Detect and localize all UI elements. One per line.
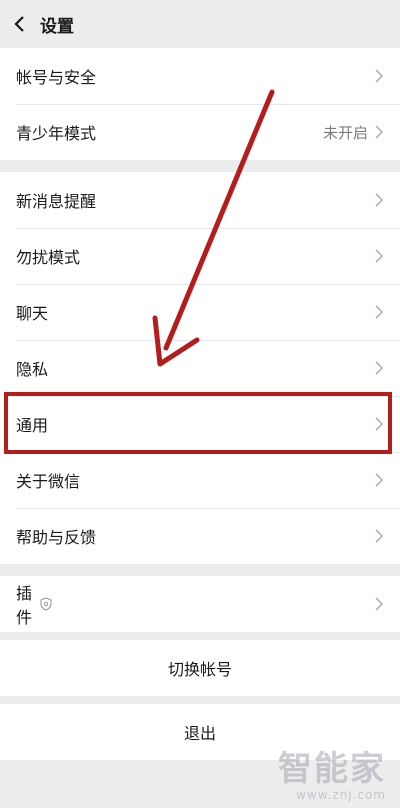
row-label: 隐私	[16, 360, 49, 379]
row-label: 新消息提醒	[16, 192, 97, 211]
row-label: 帮助与反馈	[16, 528, 97, 547]
row-plugins[interactable]: 插件	[0, 576, 400, 632]
row-label: 青少年模式	[16, 124, 97, 143]
watermark-brand: 智能家	[278, 749, 386, 789]
chevron-right-icon	[375, 361, 384, 375]
chevron-right-icon	[375, 473, 384, 487]
page-title: 设置	[40, 16, 74, 37]
chevron-left-icon	[14, 16, 24, 32]
row-about-wechat[interactable]: 关于微信	[0, 452, 400, 508]
settings-group-account: 帐号与安全 青少年模式 未开启	[0, 48, 400, 160]
chevron-right-icon	[375, 193, 384, 207]
row-help-feedback[interactable]: 帮助与反馈	[0, 508, 400, 564]
group-gap	[0, 632, 400, 640]
chevron-right-icon	[375, 125, 384, 139]
switch-account-button[interactable]: 切换帐号	[0, 640, 400, 696]
row-label: 关于微信	[16, 472, 81, 491]
chevron-right-icon	[375, 69, 384, 83]
row-label: 插件	[16, 580, 32, 628]
chevron-right-icon	[375, 417, 384, 431]
nav-header: 设置	[0, 0, 400, 48]
watermark-url: www.znj.com	[296, 788, 386, 802]
group-gap	[0, 696, 400, 704]
chevron-right-icon	[375, 597, 384, 611]
plugin-label: 插件	[16, 584, 33, 627]
row-account-security[interactable]: 帐号与安全	[0, 48, 400, 104]
chevron-right-icon	[375, 249, 384, 263]
row-do-not-disturb[interactable]: 勿扰模式	[0, 228, 400, 284]
row-privacy[interactable]: 隐私	[0, 340, 400, 396]
watermark: 智能家 www.znj.com	[278, 750, 386, 802]
chevron-right-icon	[375, 305, 384, 319]
group-gap	[0, 564, 400, 576]
group-gap	[0, 160, 400, 172]
row-general[interactable]: 通用	[0, 396, 400, 452]
row-label: 通用	[16, 416, 49, 435]
row-new-message-alerts[interactable]: 新消息提醒	[0, 172, 400, 228]
row-label: 帐号与安全	[16, 68, 97, 87]
teen-mode-status: 未开启	[322, 123, 368, 142]
chevron-right-icon	[375, 529, 384, 543]
row-teen-mode[interactable]: 青少年模式 未开启	[0, 104, 400, 160]
back-button[interactable]	[0, 0, 40, 48]
row-chat[interactable]: 聊天	[0, 284, 400, 340]
settings-group-general: 新消息提醒 勿扰模式 聊天 隐私 通用 关于微信 帮助与反馈	[0, 172, 400, 564]
row-label: 聊天	[16, 304, 49, 323]
settings-group-plugins: 插件	[0, 576, 400, 632]
row-label: 勿扰模式	[16, 248, 81, 267]
shield-icon	[40, 597, 52, 611]
